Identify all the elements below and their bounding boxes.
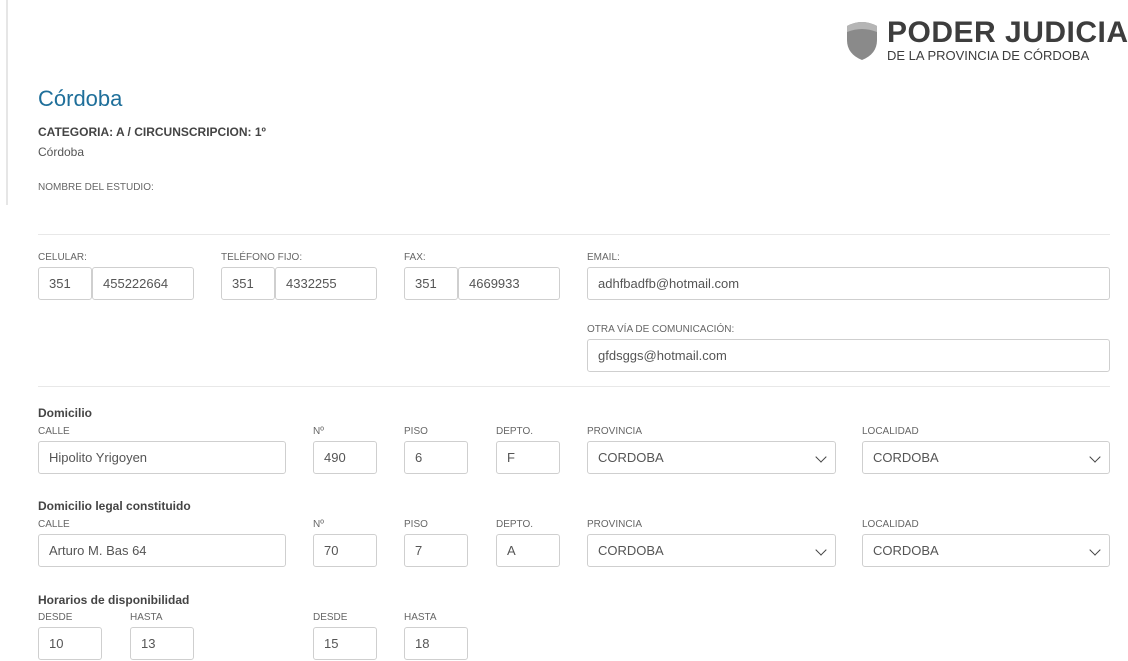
celular-area-input[interactable]: 351 bbox=[38, 267, 92, 300]
otra-via-input[interactable]: gfdsggs@hotmail.com bbox=[587, 339, 1110, 372]
divider bbox=[38, 386, 1110, 387]
numero-label: Nº bbox=[313, 426, 324, 437]
celular-number-input[interactable]: 455222664 bbox=[92, 267, 194, 300]
horarios-heading: Horarios de disponibilidad bbox=[38, 593, 190, 607]
chevron-down-icon bbox=[1089, 451, 1101, 463]
domicilio-heading: Domicilio bbox=[38, 406, 93, 420]
domicilio-legal-localidad-select[interactable]: CORDOBA bbox=[862, 534, 1110, 567]
domicilio-provincia-select[interactable]: CORDOBA bbox=[587, 441, 836, 474]
domicilio-provincia-value: CORDOBA bbox=[598, 450, 664, 465]
page-title: Córdoba bbox=[38, 86, 123, 111]
calle-label: CALLE bbox=[38, 519, 70, 530]
fax-number-input[interactable]: 4669933 bbox=[458, 267, 560, 300]
depto-label: DEPTO. bbox=[496, 426, 534, 437]
shield-icon bbox=[847, 22, 877, 60]
logo-subtitle: DE LA PROVINCIA DE CÓRDOBA bbox=[887, 48, 1090, 63]
desde-label: DESDE bbox=[38, 612, 73, 623]
telefono-fijo-label: TELÉFONO FIJO: bbox=[221, 252, 303, 263]
provincia-label: PROVINCIA bbox=[587, 519, 643, 530]
domicilio-legal-depto-input[interactable]: A bbox=[496, 534, 560, 567]
desde-label: DESDE bbox=[313, 612, 348, 623]
poder-judicial-logo: PODER JUDICIAL DE LA PROVINCIA DE CÓRDOB… bbox=[843, 16, 1128, 64]
domicilio-legal-piso-input[interactable]: 7 bbox=[404, 534, 468, 567]
domicilio-legal-provincia-select[interactable]: CORDOBA bbox=[587, 534, 836, 567]
domicilio-localidad-select[interactable]: CORDOBA bbox=[862, 441, 1110, 474]
localidad-label: LOCALIDAD bbox=[862, 426, 919, 437]
category-text: CATEGORIA: A / CIRCUNSCRIPCION: 1º bbox=[38, 125, 266, 139]
chevron-down-icon bbox=[815, 451, 827, 463]
telefono-fijo-number-input[interactable]: 4332255 bbox=[275, 267, 377, 300]
fax-area-input[interactable]: 351 bbox=[404, 267, 458, 300]
domicilio-numero-input[interactable]: 490 bbox=[313, 441, 377, 474]
hasta-label: HASTA bbox=[130, 612, 163, 623]
hasta-label: HASTA bbox=[404, 612, 437, 623]
horario-desde-2-input[interactable]: 15 bbox=[313, 627, 377, 660]
horario-desde-1-input[interactable]: 10 bbox=[38, 627, 102, 660]
chevron-down-icon bbox=[1089, 544, 1101, 556]
email-label: EMAIL: bbox=[587, 252, 620, 263]
celular-label: CELULAR: bbox=[38, 252, 87, 263]
piso-label: PISO bbox=[404, 426, 428, 437]
piso-label: PISO bbox=[404, 519, 428, 530]
divider bbox=[38, 234, 1110, 235]
city-text: Córdoba bbox=[38, 145, 85, 159]
domicilio-calle-input[interactable]: Hipolito Yrigoyen bbox=[38, 441, 286, 474]
horario-hasta-2-input[interactable]: 18 bbox=[404, 627, 468, 660]
domicilio-piso-input[interactable]: 6 bbox=[404, 441, 468, 474]
depto-label: DEPTO. bbox=[496, 519, 534, 530]
provincia-label: PROVINCIA bbox=[587, 426, 643, 437]
telefono-fijo-area-input[interactable]: 351 bbox=[221, 267, 275, 300]
domicilio-legal-heading: Domicilio legal constituido bbox=[38, 499, 191, 513]
studio-name-label: NOMBRE DEL ESTUDIO: bbox=[38, 182, 154, 193]
chevron-down-icon bbox=[815, 544, 827, 556]
fax-label: FAX: bbox=[404, 252, 426, 263]
domicilio-depto-input[interactable]: F bbox=[496, 441, 560, 474]
domicilio-legal-localidad-value: CORDOBA bbox=[873, 543, 939, 558]
localidad-label: LOCALIDAD bbox=[862, 519, 919, 530]
horario-hasta-1-input[interactable]: 13 bbox=[130, 627, 194, 660]
otra-via-label: OTRA VÍA DE COMUNICACIÓN: bbox=[587, 324, 735, 335]
calle-label: CALLE bbox=[38, 426, 70, 437]
domicilio-localidad-value: CORDOBA bbox=[873, 450, 939, 465]
logo-title: PODER JUDICIAL bbox=[887, 16, 1128, 49]
domicilio-legal-provincia-value: CORDOBA bbox=[598, 543, 664, 558]
numero-label: Nº bbox=[313, 519, 324, 530]
domicilio-legal-calle-input[interactable]: Arturo M. Bas 64 bbox=[38, 534, 286, 567]
email-input[interactable]: adhfbadfb@hotmail.com bbox=[587, 267, 1110, 300]
left-border bbox=[6, 0, 8, 205]
domicilio-legal-numero-input[interactable]: 70 bbox=[313, 534, 377, 567]
